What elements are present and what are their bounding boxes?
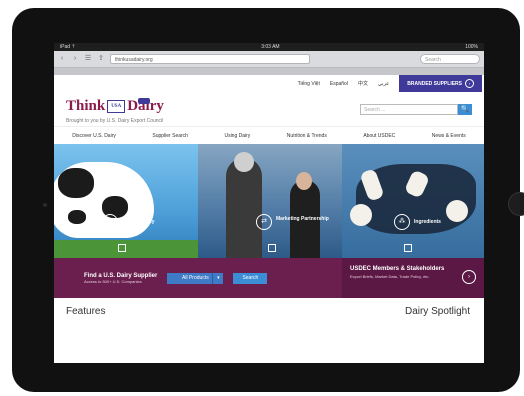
- status-bar: iPad ⇡ 3:03 AM 100%: [54, 43, 484, 51]
- milk-bowl-image: [350, 204, 372, 226]
- cow-spot: [58, 168, 94, 198]
- external-link-icon: [404, 244, 412, 252]
- finder-title: Find a U.S. Dairy Supplier: [84, 272, 158, 279]
- site-search: Search ... 🔍: [360, 104, 472, 115]
- forward-icon[interactable]: ›: [71, 55, 79, 63]
- lower-section: Features Dairy Spotlight: [54, 298, 484, 317]
- milk-bowl-image: [446, 200, 468, 222]
- supplier-finder: Find a U.S. Dairy Supplier Access to 500…: [54, 272, 342, 284]
- ipad-screen: iPad ⇡ 3:03 AM 100% ‹ › ☰ ⇪ thinkusadair…: [54, 43, 484, 363]
- hero-label-marketing: Marketing Partnership: [276, 216, 329, 222]
- cow-spot: [68, 210, 86, 224]
- tab-strip: [54, 68, 484, 75]
- hero-panel-ingredients[interactable]: ⁂ Ingredients: [342, 144, 484, 258]
- home-button[interactable]: [508, 192, 524, 216]
- browser-toolbar: ‹ › ☰ ⇪ thinkusadairy.org Search: [54, 51, 484, 68]
- external-link-icon: [268, 244, 276, 252]
- nav-about[interactable]: About USDEC: [363, 133, 395, 139]
- scene: iPad ⇡ 3:03 AM 100% ‹ › ☰ ⇪ thinkusadair…: [0, 0, 524, 396]
- branded-suppliers-button[interactable]: BRANDED SUPPLIERS ›: [399, 75, 482, 92]
- battery-label: 100%: [465, 44, 478, 50]
- supplier-finder-text: Find a U.S. Dairy Supplier Access to 500…: [84, 273, 157, 284]
- spotlight-heading: Dairy Spotlight: [404, 306, 470, 317]
- molecule-icon: ⁂: [394, 214, 410, 230]
- bookmarks-icon[interactable]: ☰: [84, 55, 92, 63]
- utility-bar: Tiếng Việt Español 中文 عربي BRANDED SUPPL…: [54, 75, 484, 92]
- hero-panel-marketing[interactable]: ⇄ Marketing Partnership: [198, 144, 342, 258]
- branded-suppliers-label: BRANDED SUPPLIERS: [407, 80, 462, 87]
- product-select[interactable]: All Products ▾: [167, 272, 224, 284]
- address-bar[interactable]: thinkusadairy.org: [110, 54, 310, 64]
- ipad-frame: iPad ⇡ 3:03 AM 100% ‹ › ☰ ⇪ thinkusadair…: [12, 8, 524, 392]
- logo-area: Think USA Dairy Brought to you by U.S. Dai…: [54, 92, 484, 126]
- handshake-icon: ⇄: [256, 214, 272, 230]
- arrow-circle-icon: ›: [465, 79, 474, 88]
- site-logo[interactable]: Think USA Dairy Brought to you by U.S. Dai…: [66, 98, 164, 124]
- lang-link-spanish[interactable]: Español: [330, 81, 348, 87]
- members-panel[interactable]: USDEC Members & Stakeholders Export Brie…: [342, 258, 484, 298]
- person-head: [234, 152, 254, 172]
- hero-label-ingredients: Ingredients: [414, 219, 441, 225]
- clock: 3:03 AM: [261, 44, 280, 50]
- globe-icon: ◎: [102, 214, 118, 230]
- cow-icon: [138, 98, 150, 104]
- back-icon[interactable]: ‹: [58, 55, 66, 63]
- arrow-circle-icon: ›: [462, 270, 476, 284]
- nav-nutrition[interactable]: Nutrition & Trends: [287, 133, 327, 139]
- external-link-icon: [118, 244, 126, 252]
- logo-think: Think: [66, 98, 106, 114]
- main-nav: Discover U.S. Dairy Supplier Search Usin…: [54, 126, 484, 144]
- lang-link-chinese[interactable]: 中文: [358, 80, 368, 87]
- carrier-label: iPad ⇡: [60, 44, 76, 50]
- hero-label-sustainability: Sustainability: [122, 219, 155, 225]
- supplier-strip: Find a U.S. Dairy Supplier Access to 500…: [54, 258, 484, 298]
- lang-link-vietnamese[interactable]: Tiếng Việt: [298, 81, 320, 87]
- lang-link-arabic[interactable]: عربي: [378, 81, 389, 87]
- features-heading: Features: [66, 306, 106, 317]
- supplier-search-button[interactable]: Search: [233, 272, 268, 284]
- nav-using-dairy[interactable]: Using Dairy: [224, 133, 250, 139]
- logo-usa-badge: USA: [107, 100, 126, 114]
- search-icon[interactable]: 🔍: [458, 104, 472, 115]
- logo-tagline: Brought to you by U.S. Dairy Export Coun…: [66, 118, 164, 124]
- camera: [43, 203, 47, 207]
- product-select-value: All Products: [182, 274, 209, 281]
- chevron-down-icon: ▾: [212, 272, 223, 284]
- site-search-input[interactable]: Search ...: [360, 104, 458, 115]
- nav-news[interactable]: News & Events: [432, 133, 466, 139]
- nav-supplier-search[interactable]: Supplier Search: [152, 133, 188, 139]
- nav-discover[interactable]: Discover U.S. Dairy: [72, 133, 116, 139]
- hero-panel-sustainability[interactable]: ◎ Sustainability: [54, 144, 198, 258]
- person-image: [226, 158, 262, 258]
- grass-image: [54, 240, 198, 258]
- person-head: [296, 172, 312, 190]
- finder-subtitle: Access to 500+ U.S. Companies: [84, 278, 142, 284]
- browser-search-field[interactable]: Search: [420, 54, 480, 64]
- share-icon[interactable]: ⇪: [97, 55, 105, 63]
- hero-panels: ◎ Sustainability ⇄ Marketing Partnership: [54, 144, 484, 258]
